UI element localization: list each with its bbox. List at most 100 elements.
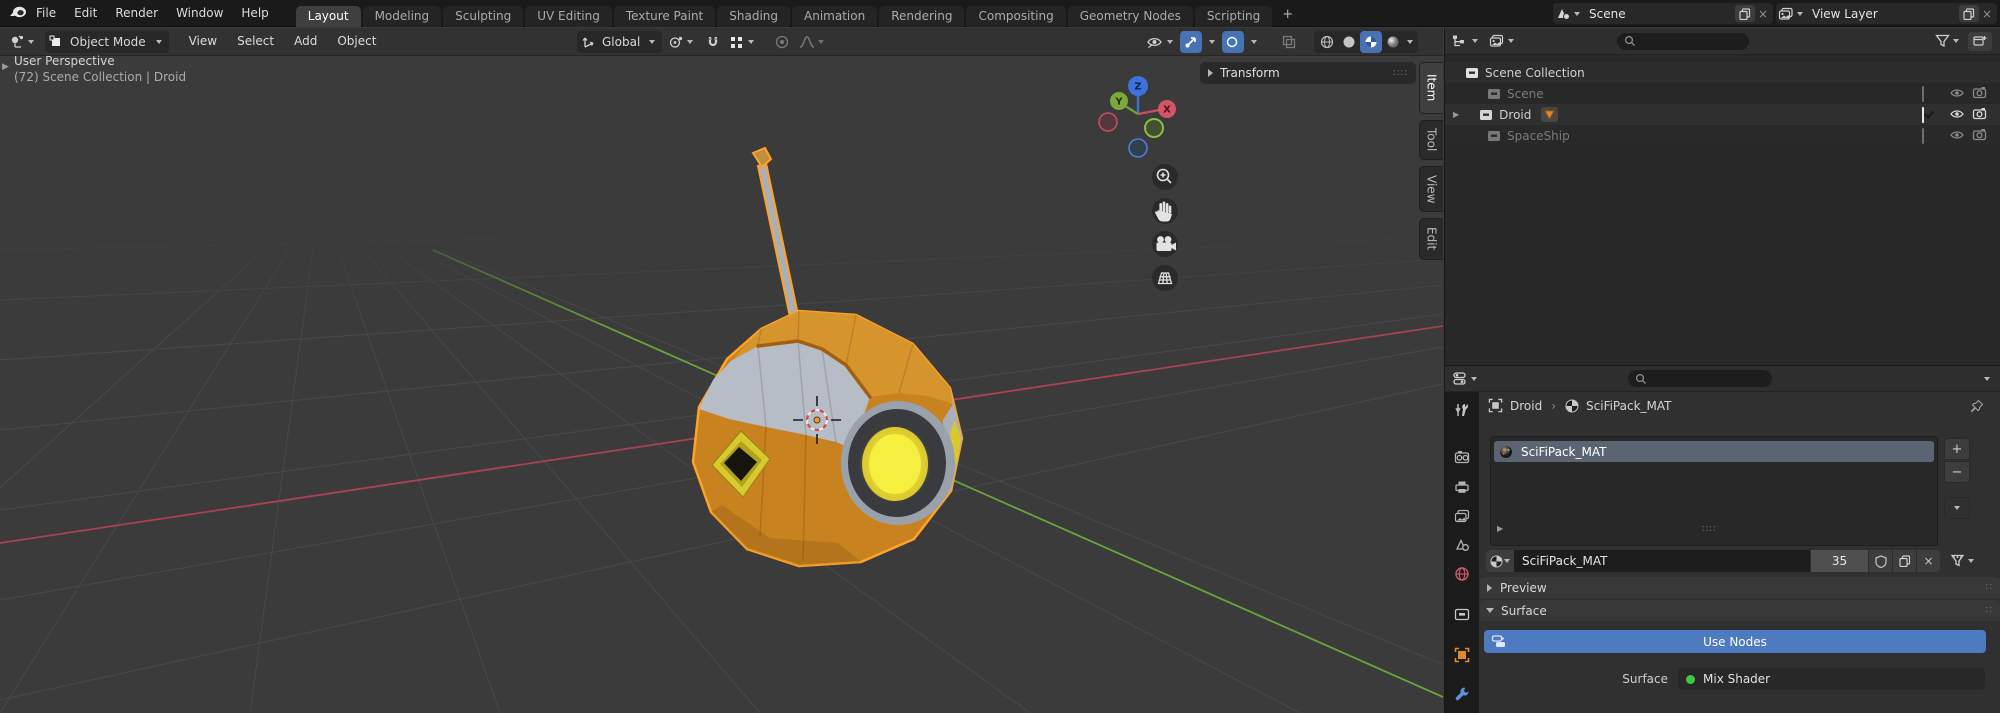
workspace-tab-animation[interactable]: Animation [792, 6, 877, 27]
toolbar-expand-arrow[interactable]: ▶ [2, 62, 9, 72]
material-slot-selected[interactable]: SciFiPack_MAT [1494, 441, 1934, 462]
show-overlays-button[interactable] [1222, 31, 1244, 53]
viewport-menu-select[interactable]: Select [227, 28, 284, 55]
outliner-row-spaceship[interactable]: SpaceShip [1445, 125, 2000, 146]
menu-render[interactable]: Render [106, 0, 167, 26]
blender-logo[interactable] [9, 4, 27, 23]
unlink-material-button[interactable]: × [1916, 550, 1940, 572]
properties-editor-type-button[interactable] [1452, 371, 1480, 386]
slot-specials-arrow[interactable]: ▶ [1497, 524, 1503, 533]
snap-target-dropdown[interactable] [668, 35, 696, 50]
render-visibility-icon[interactable] [1972, 107, 1987, 120]
copy-material-button[interactable] [1892, 550, 1916, 572]
shading-solid-button[interactable] [1338, 31, 1360, 53]
show-gizmo-button[interactable] [1180, 31, 1202, 53]
view-layer-browse-caret[interactable] [1797, 12, 1803, 16]
preview-panel-header[interactable]: Preview ∷ [1480, 577, 2000, 598]
menu-help[interactable]: Help [232, 0, 277, 26]
tab-world[interactable] [1447, 561, 1477, 587]
collection-color-badge[interactable] [1541, 107, 1558, 122]
tab-modifiers[interactable] [1447, 681, 1477, 707]
shading-wireframe-button[interactable] [1316, 31, 1338, 53]
workspace-tab-sculpting[interactable]: Sculpting [443, 6, 523, 27]
add-slot-button[interactable]: + [1944, 438, 1970, 460]
new-collection-button[interactable] [1968, 32, 1992, 51]
material-name-field[interactable]: SciFiPack_MAT [1514, 550, 1810, 572]
view-layer-remove-button[interactable]: × [1979, 5, 1995, 22]
scene-selector[interactable]: Scene × [1553, 3, 1773, 24]
panel-grip-icon[interactable]: ∷ [1986, 582, 1993, 593]
surface-panel-header[interactable]: Surface ∷ [1480, 600, 2000, 621]
workspace-tab-scripting[interactable]: Scripting [1195, 6, 1272, 27]
breadcrumb-material[interactable]: SciFiPack_MAT [1586, 399, 1671, 413]
pin-icon[interactable] [1970, 399, 1984, 413]
outliner-search-input[interactable] [1617, 33, 1749, 50]
exclude-checkbox[interactable] [1922, 87, 1924, 101]
sidebar-tab-edit[interactable]: Edit [1419, 218, 1443, 260]
breadcrumb-object[interactable]: Droid [1510, 399, 1542, 413]
viewport-menu-add[interactable]: Add [284, 28, 327, 55]
scene-unlink-button[interactable]: × [1755, 5, 1771, 22]
shading-caret[interactable] [1407, 40, 1413, 44]
exclude-checkbox[interactable] [1922, 108, 1924, 122]
workspace-tab-texture-paint[interactable]: Texture Paint [614, 6, 715, 27]
material-link-dropdown[interactable] [1950, 554, 1977, 568]
expand-arrow-icon[interactable]: ▶ [1453, 110, 1459, 119]
panel-grip-icon[interactable]: ∷∷ [1393, 68, 1408, 79]
outliner-editor-type-button[interactable] [1452, 34, 1481, 49]
outliner-item-label[interactable]: Scene Collection [1485, 66, 1585, 80]
transform-panel-header[interactable]: Transform ∷∷ [1200, 62, 1416, 84]
proportional-falloff-dropdown[interactable] [799, 35, 827, 49]
outliner-item-label[interactable]: Scene [1507, 87, 1544, 101]
scene-name[interactable]: Scene [1583, 7, 1733, 21]
snap-toggle-button[interactable] [702, 31, 724, 53]
editor-type-button[interactable] [8, 34, 37, 49]
workspace-tab-geometry-nodes[interactable]: Geometry Nodes [1068, 6, 1193, 27]
shading-material-preview-button[interactable] [1360, 31, 1382, 53]
fake-user-button[interactable] [1868, 550, 1892, 572]
object-visibility-dropdown[interactable] [1146, 35, 1176, 49]
sidebar-tab-tool[interactable]: Tool [1419, 120, 1443, 160]
workspace-tab-modeling[interactable]: Modeling [363, 6, 442, 27]
browse-material-button[interactable] [1486, 550, 1514, 572]
outliner-row-scene-collection[interactable]: Scene Collection [1445, 62, 2000, 83]
tab-tool[interactable] [1447, 397, 1477, 423]
workspace-tab-layout[interactable]: Layout [296, 6, 361, 27]
gizmo-caret[interactable] [1209, 40, 1215, 44]
slot-specials-menu-button[interactable] [1944, 497, 1970, 519]
proportional-editing-button[interactable] [771, 31, 793, 53]
ortho-toggle-button[interactable] [1152, 265, 1178, 291]
gizmo-z-neg-axis[interactable] [1129, 139, 1147, 157]
outliner-item-label[interactable]: SpaceShip [1507, 129, 1570, 143]
workspace-tab-uv-editing[interactable]: UV Editing [525, 6, 612, 27]
gizmo-x-neg-axis[interactable] [1099, 113, 1117, 131]
menu-window[interactable]: Window [167, 0, 232, 26]
material-users-button[interactable]: 35 [1810, 550, 1868, 572]
render-visibility-icon[interactable] [1972, 86, 1987, 99]
remove-slot-button[interactable]: − [1944, 461, 1970, 483]
list-resize-grip[interactable]: ∷∷ [1702, 524, 1717, 535]
view-layer-name[interactable]: View Layer [1806, 7, 1957, 21]
menu-file[interactable]: File [27, 0, 65, 26]
workspace-tab-compositing[interactable]: Compositing [966, 6, 1065, 27]
surface-shader-dropdown[interactable]: Mix Shader [1678, 668, 1985, 690]
transform-orientation-dropdown[interactable]: Global [577, 31, 662, 53]
tab-view-layer[interactable] [1447, 503, 1477, 529]
view-layer-selector[interactable]: View Layer × [1776, 3, 1997, 24]
exclude-checkbox[interactable] [1922, 129, 1924, 143]
overlays-caret[interactable] [1251, 40, 1257, 44]
viewport-menu-object[interactable]: Object [327, 28, 386, 55]
panel-grip-icon[interactable]: ∷ [1986, 605, 1993, 616]
hide-eye-icon[interactable] [1949, 86, 1965, 100]
menu-edit[interactable]: Edit [65, 0, 106, 26]
outliner-display-mode-button[interactable] [1489, 34, 1517, 48]
scene-browse-caret[interactable] [1574, 12, 1580, 16]
properties-options-caret[interactable] [1984, 377, 1990, 381]
shading-rendered-button[interactable] [1382, 31, 1404, 53]
xray-toggle-button[interactable] [1278, 31, 1300, 53]
tab-render[interactable] [1447, 444, 1477, 470]
tab-output[interactable] [1447, 474, 1477, 500]
hide-eye-icon[interactable] [1949, 128, 1965, 142]
viewport-canvas[interactable]: Z Y X [0, 56, 1443, 713]
view-layer-new-button[interactable] [1959, 5, 1979, 22]
